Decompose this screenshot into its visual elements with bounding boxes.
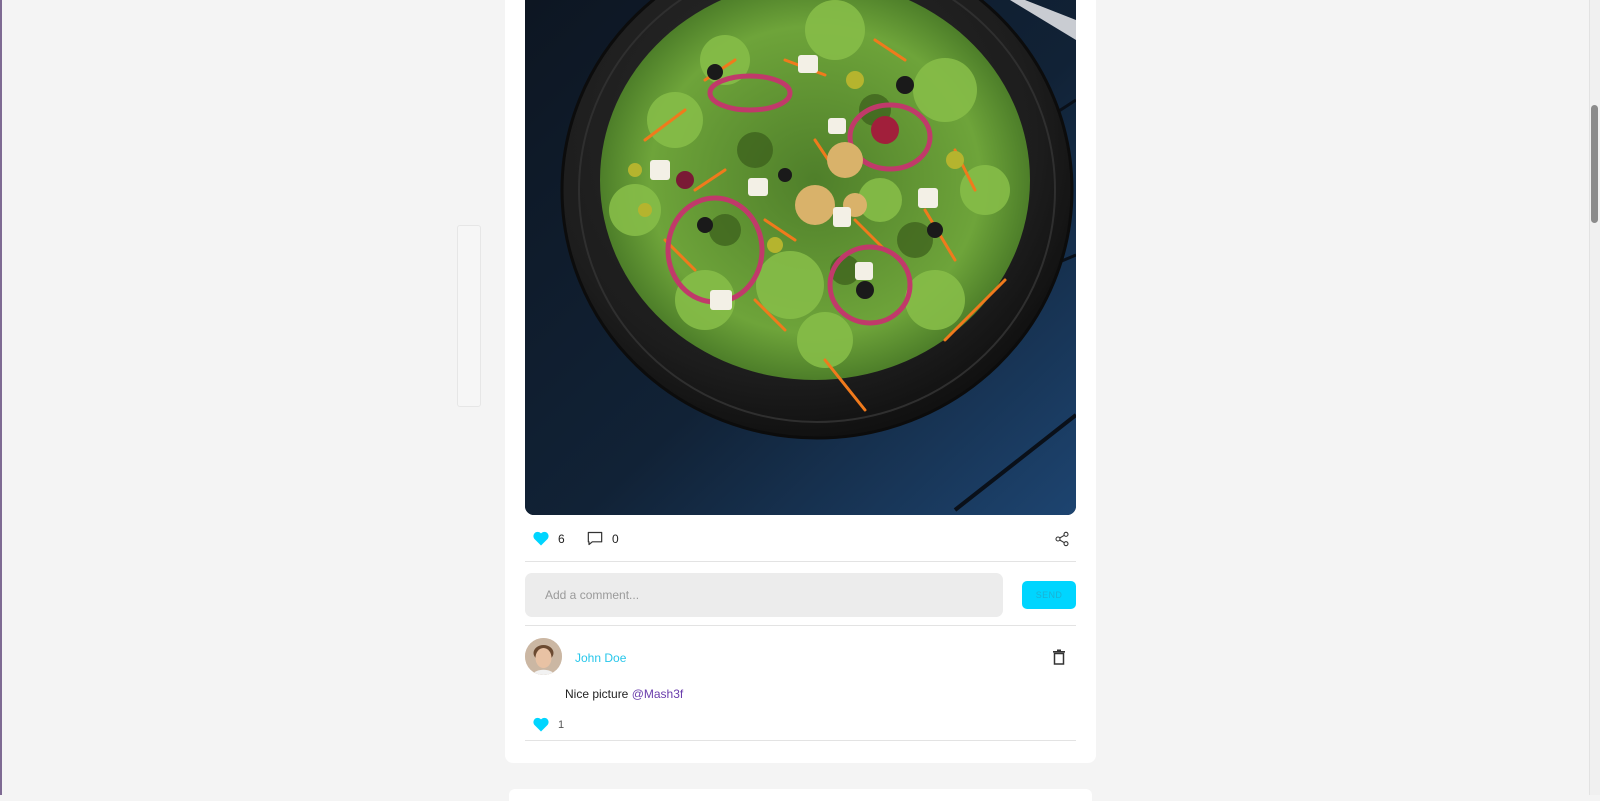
comment-mention[interactable]: @Mash3f [632, 687, 684, 701]
avatar-image [525, 638, 562, 675]
comment-author-link[interactable]: John Doe [575, 651, 626, 665]
comment-text: Nice picture @Mash3f [565, 687, 683, 701]
side-panel-placeholder [457, 225, 481, 407]
comment-input[interactable] [525, 573, 1003, 617]
heart-icon [533, 717, 549, 732]
send-button[interactable]: SEND [1022, 581, 1076, 609]
comment-body: Nice picture [565, 687, 632, 701]
comment-like-count: 1 [558, 718, 565, 731]
salad-photo [525, 0, 1076, 515]
like-button[interactable]: 6 [533, 531, 565, 546]
avatar[interactable] [525, 638, 562, 675]
delete-comment-button[interactable] [1052, 649, 1066, 670]
comment-item: John Doe Nice picture @Mash3f 1 [525, 638, 1076, 741]
window-left-edge [0, 0, 2, 795]
trash-icon [1053, 649, 1065, 665]
scrollbar[interactable] [1589, 0, 1600, 795]
comment-icon [587, 531, 603, 546]
share-button[interactable] [1054, 531, 1070, 552]
scrollbar-thumb[interactable] [1591, 105, 1598, 223]
post-actions: 6 0 [525, 525, 1076, 562]
post-card: 6 0 SEND [505, 0, 1096, 763]
like-count: 6 [558, 531, 565, 546]
comment-count: 0 [612, 531, 619, 546]
comments-button[interactable]: 0 [587, 531, 619, 546]
comment-like-button[interactable]: 1 [533, 717, 564, 732]
heart-icon [533, 531, 549, 546]
next-post-card [509, 789, 1092, 801]
share-icon [1055, 531, 1069, 547]
post-image[interactable] [525, 0, 1076, 515]
comment-form: SEND [525, 573, 1076, 626]
